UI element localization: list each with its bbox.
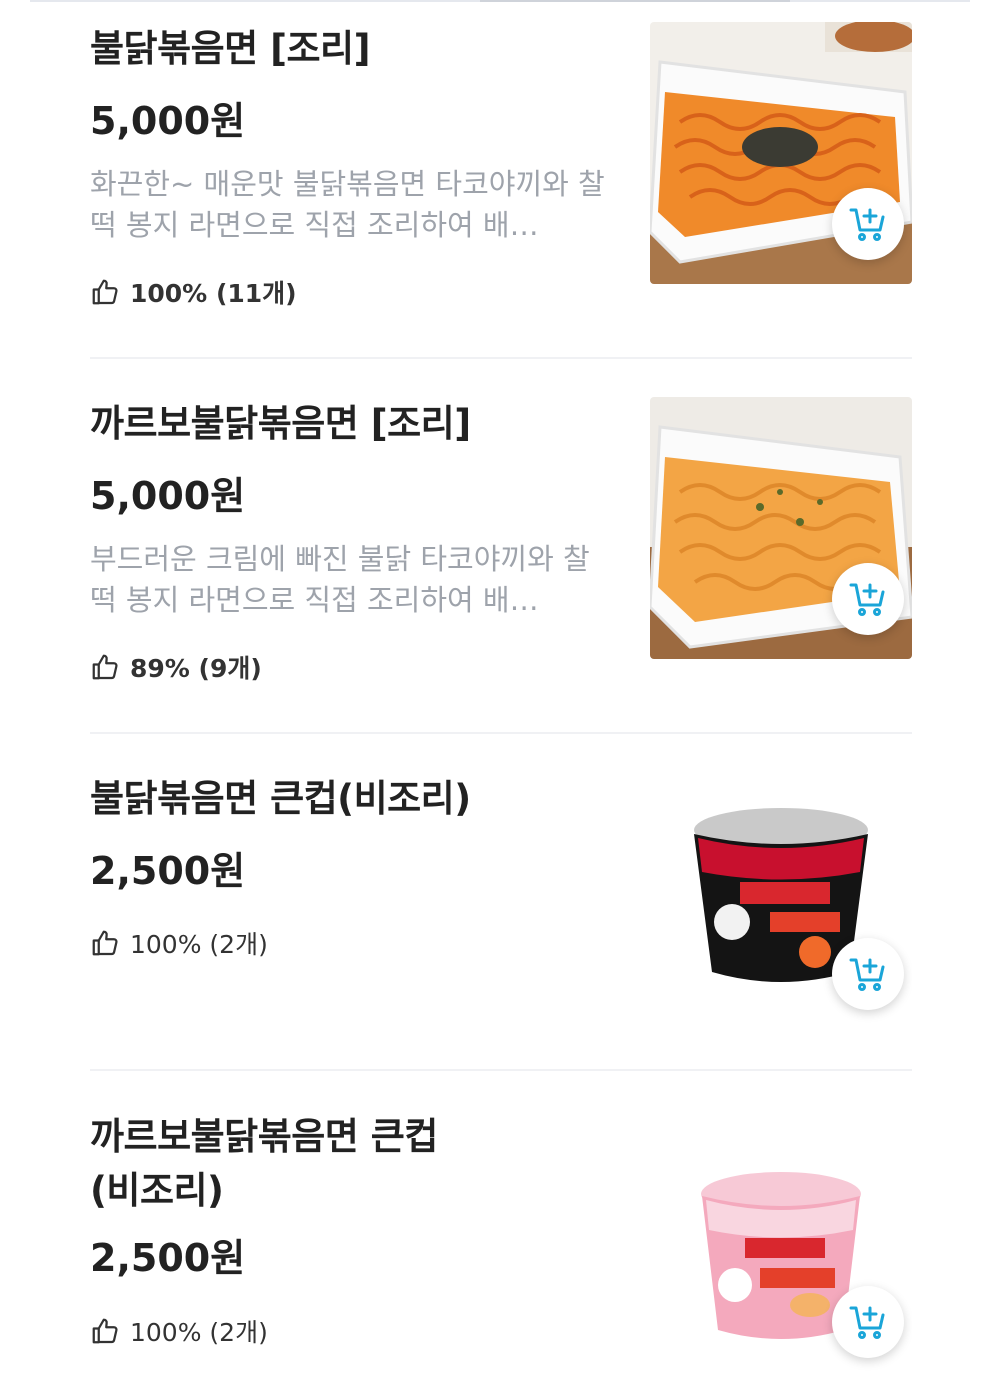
item-description: 화끈한~ 매운맛 불닭볶음면 타코야끼와 찰떡 봉지 라면으로 직접 조리하여 …	[90, 167, 605, 242]
item-divider	[90, 732, 912, 734]
add-to-cart-button[interactable]	[832, 1286, 904, 1358]
item-rating: 89% (9개)	[90, 649, 262, 685]
item-price: 5,000원	[90, 474, 246, 518]
item-price: 5,000원	[90, 99, 246, 143]
item-price: 2,500원	[90, 1236, 246, 1280]
item-image[interactable]	[650, 397, 912, 659]
add-to-cart-button[interactable]	[832, 938, 904, 1010]
rating-text: 100% (2개)	[130, 930, 268, 959]
item-image[interactable]	[650, 22, 912, 284]
top-tab-indicator	[30, 0, 970, 2]
thumbs-up-icon	[92, 654, 118, 680]
add-to-cart-icon	[849, 1306, 885, 1339]
rating-text: 100% (2개)	[130, 1318, 268, 1347]
item-name: 불닭볶음면 큰컵(비조리)	[90, 777, 471, 820]
item-image[interactable]	[650, 772, 912, 1034]
item-name: 불닭볶음면 [조리]	[90, 27, 370, 70]
add-to-cart-icon	[849, 208, 885, 241]
add-to-cart-button[interactable]	[832, 188, 904, 260]
item-divider	[90, 357, 912, 359]
item-rating: 100% (2개)	[90, 1313, 268, 1349]
item-price: 2,500원	[90, 849, 246, 893]
thumbs-up-icon	[92, 279, 118, 305]
menu-item[interactable]: 까르보불닭볶음면 큰컵 (비조리) 2,500원 100% (2개)	[90, 1110, 912, 1382]
rating-text: 100% (11개)	[130, 279, 297, 308]
add-to-cart-button[interactable]	[832, 563, 904, 635]
rating-text: 89% (9개)	[130, 654, 262, 683]
thumbs-up-icon	[92, 930, 118, 956]
item-rating: 100% (11개)	[90, 274, 297, 310]
add-to-cart-icon	[849, 583, 885, 616]
item-description: 부드러운 크림에 빠진 불닭 타코야끼와 찰떡 봉지 라면으로 직접 조리하여 …	[90, 542, 590, 617]
item-name: 까르보불닭볶음면 [조리]	[90, 402, 471, 445]
menu-item[interactable]: 까르보불닭볶음면 [조리] 5,000원 부드러운 크림에 빠진 불닭 타코야끼…	[90, 397, 912, 697]
item-name: 까르보불닭볶음면 큰컵 (비조리)	[90, 1115, 438, 1212]
item-rating: 100% (2개)	[90, 925, 268, 961]
item-divider	[90, 1069, 912, 1071]
thumbs-up-icon	[92, 1318, 118, 1344]
item-image[interactable]	[650, 1120, 912, 1382]
menu-item[interactable]: 불닭볶음면 [조리] 5,000원 화끈한~ 매운맛 불닭볶음면 타코야끼와 찰…	[90, 22, 912, 322]
menu-item[interactable]: 불닭볶음면 큰컵(비조리) 2,500원 100% (2개)	[90, 772, 912, 1034]
add-to-cart-icon	[849, 958, 885, 991]
